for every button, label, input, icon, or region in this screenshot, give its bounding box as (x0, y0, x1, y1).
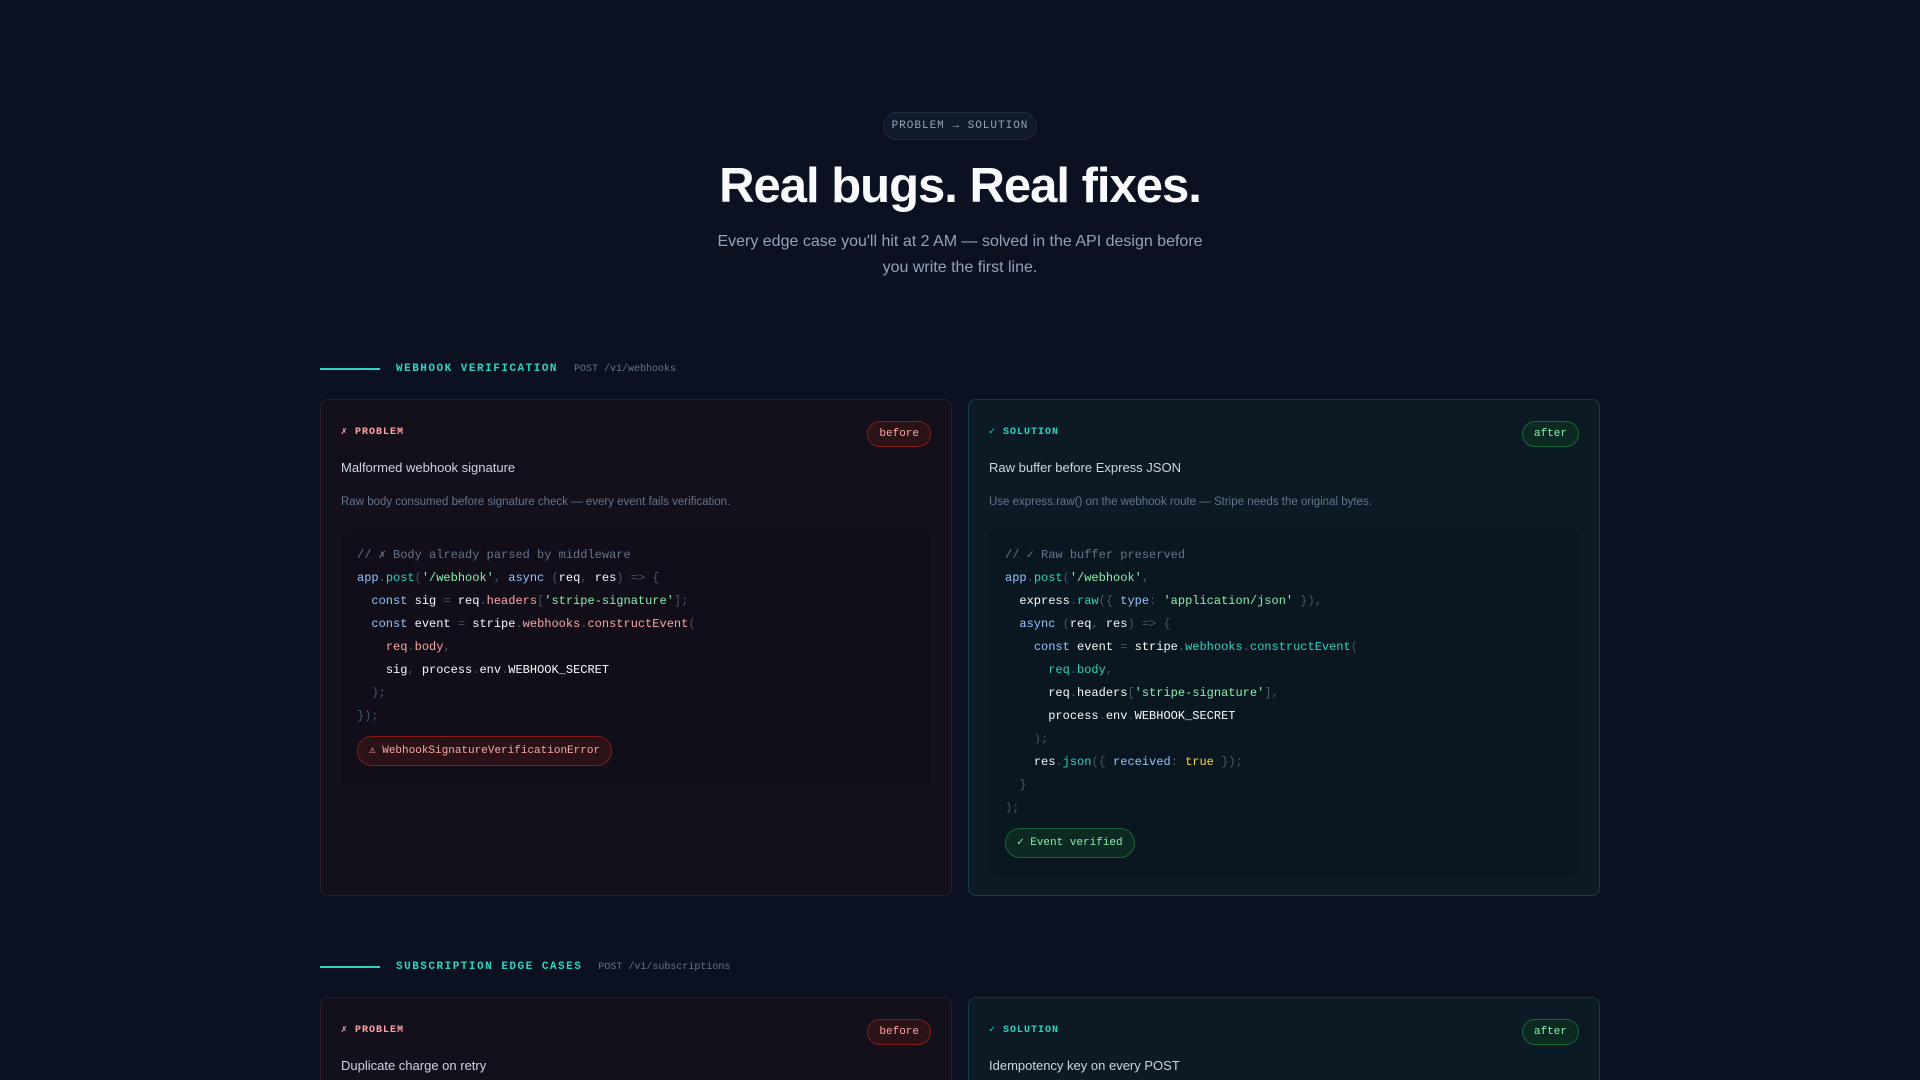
after-badge: after (1521, 421, 1579, 447)
problem-label: ✗ PROBLEM (341, 427, 405, 438)
problem-description: Raw body consumed before signature check… (341, 496, 731, 508)
code-line: app.post('/webhook', (1005, 571, 1150, 585)
code-line: }); (357, 709, 379, 723)
code-line: ); (1005, 801, 1020, 815)
code-line: express.raw({ type: 'application/json' }… (1019, 594, 1322, 608)
section-accent-line (320, 368, 380, 370)
problem-card-subscriptions: ✗ PROBLEM before Duplicate charge on ret… (320, 997, 952, 1080)
code-line: process.env.WEBHOOK_SECRET (1048, 709, 1236, 723)
success-result-badge: ✓ Event verified (1005, 828, 1135, 858)
hero-title: Real bugs. Real fixes. (719, 159, 1202, 213)
code-line: req.body, (1048, 663, 1114, 677)
code-line: app.post('/webhook', async (req, res) =>… (357, 571, 660, 585)
section-header-subscriptions: SUBSCRIPTION EDGE CASES POST /v1/subscri… (320, 957, 730, 977)
code-line: async (req, res) => { (1019, 617, 1171, 631)
section-route: POST /v1/webhooks (574, 363, 677, 375)
code-line: ); (1005, 732, 1049, 746)
code-line: ); (357, 686, 386, 700)
code-token: // ✗ Body already parsed by middleware (357, 548, 631, 562)
code-line: const event = stripe.webhooks.constructE… (371, 617, 696, 631)
code-line: // ✓ Raw buffer preserved (1005, 544, 1563, 567)
code-line: const event = stripe.webhooks.constructE… (1033, 640, 1358, 654)
code-line: res.json({ received: true }); (1033, 755, 1243, 769)
solution-description: Use express.raw() on the webhook route —… (989, 496, 1372, 508)
section-accent-line (320, 966, 380, 968)
section-title: WEBHOOK VERIFICATION (396, 363, 559, 375)
section-title: SUBSCRIPTION EDGE CASES (396, 961, 583, 973)
error-result-badge: ⚠ WebhookSignatureVerificationError (357, 736, 613, 766)
solution-title: Idempotency key on every POST (989, 1058, 1180, 1073)
solution-card-webhook: ✓ SOLUTION after Raw buffer before Expre… (968, 399, 1600, 896)
solution-title: Raw buffer before Express JSON (989, 460, 1181, 475)
solution-label: ✓ SOLUTION (989, 1025, 1060, 1036)
problem-label: ✗ PROBLEM (341, 1025, 405, 1036)
before-badge: before (867, 421, 931, 447)
problem-title: Malformed webhook signature (341, 460, 516, 475)
code-token: // ✓ Raw buffer preserved (1005, 548, 1186, 562)
problem-code-block: // ✗ Body already parsed by middleware a… (341, 530, 931, 786)
problem-card-webhook: ✗ PROBLEM before Malformed webhook signa… (320, 399, 952, 896)
hero-eyebrow-badge: PROBLEM → SOLUTION (883, 112, 1037, 140)
solution-card-subscriptions: ✓ SOLUTION after Idempotency key on ever… (968, 997, 1600, 1080)
solution-label: ✓ SOLUTION (989, 427, 1060, 438)
before-badge: before (867, 1019, 931, 1045)
after-badge: after (1521, 1019, 1579, 1045)
code-line: const sig = req.headers['stripe-signatur… (371, 594, 689, 608)
section-header-webhook: WEBHOOK VERIFICATION POST /v1/webhooks (320, 359, 676, 379)
section-route: POST /v1/subscriptions (598, 961, 731, 973)
code-line: req.headers['stripe-signature'], (1048, 686, 1279, 700)
code-line: } (1005, 778, 1027, 792)
code-line: // ✗ Body already parsed by middleware (357, 544, 915, 567)
solution-code-block: // ✓ Raw buffer preserved app.post('/web… (989, 530, 1579, 876)
code-line: req.body, (385, 640, 451, 654)
hero-subtitle: Every edge case you'll hit at 2 AM — sol… (717, 233, 1203, 276)
code-line: sig, process.env.WEBHOOK_SECRET (385, 663, 610, 677)
problem-title: Duplicate charge on retry (341, 1058, 487, 1073)
